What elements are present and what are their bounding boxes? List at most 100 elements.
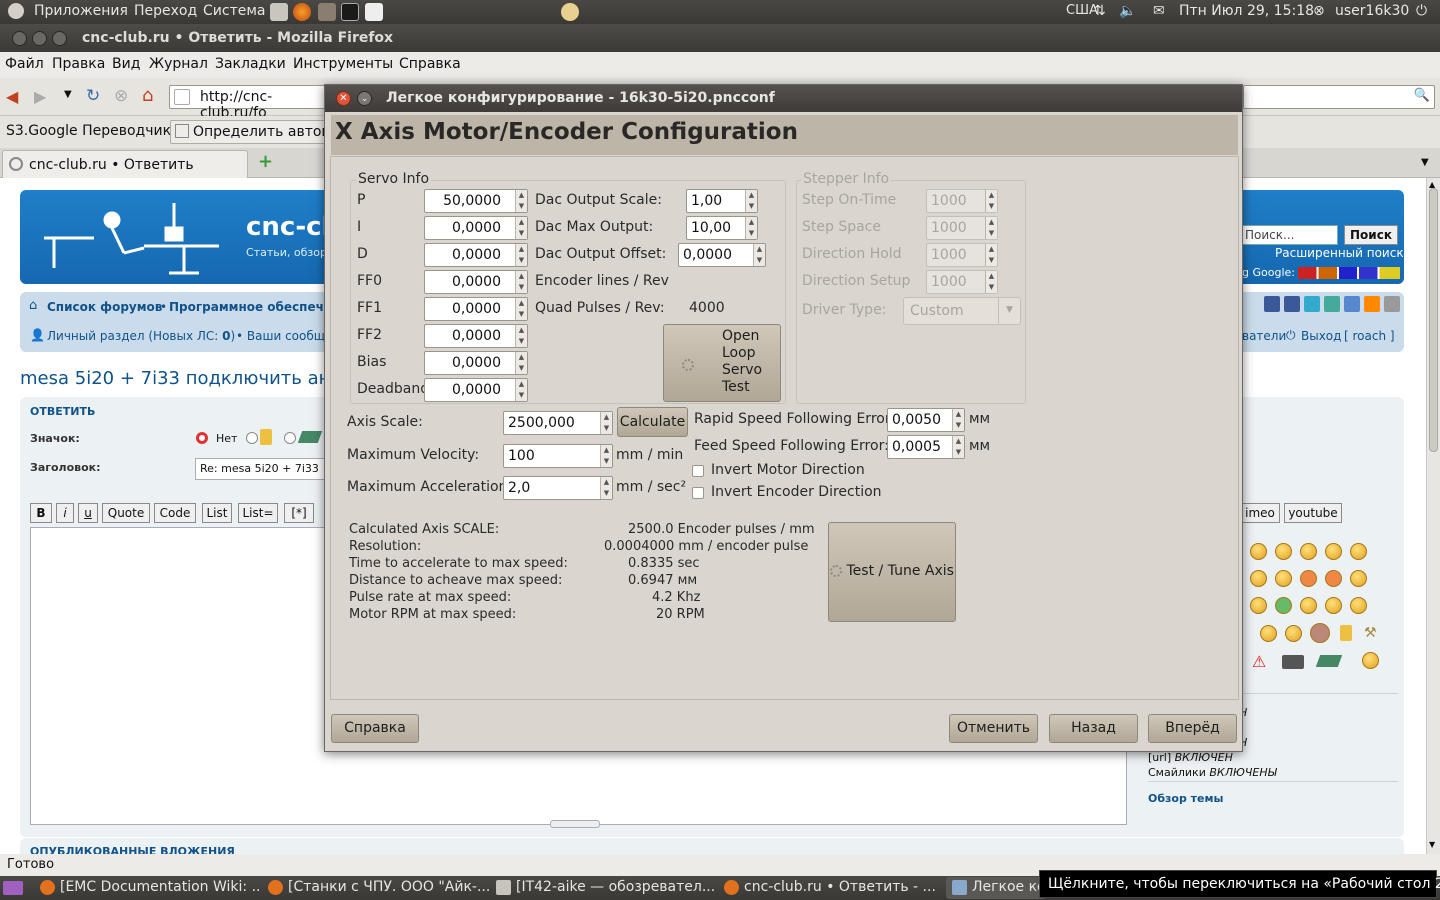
search-icon[interactable]: 🔍 (1414, 88, 1430, 103)
param-d-spinner[interactable]: 0,0000 ▲ ▼ (424, 243, 528, 267)
twitter-icon[interactable] (1304, 296, 1320, 312)
forum-search-input[interactable]: Поиск... (1242, 225, 1338, 245)
dac-output-scale-spinner[interactable]: 1,00 ▲ ▼ (686, 189, 758, 213)
invert-motor-checkbox[interactable] (692, 465, 704, 477)
warning-icon[interactable]: ⚠ (1252, 652, 1266, 671)
spin-arrows-icon[interactable]: ▲ ▼ (515, 325, 527, 347)
spin-arrows-icon[interactable]: ▲ ▼ (515, 352, 527, 374)
mail-ru-icon[interactable] (1344, 296, 1360, 312)
bookmark-tool-icon[interactable] (1384, 296, 1400, 312)
mail-icon[interactable]: ✉ (1153, 3, 1165, 19)
system-menu[interactable]: Система (203, 3, 265, 19)
smiley-4-icon[interactable] (1325, 543, 1342, 560)
dac-max-output-spinner[interactable]: 10,00 ▲ ▼ (686, 216, 758, 240)
menu-edit[interactable]: Правка (52, 56, 105, 72)
tab-active[interactable]: cnc-club.ru • Ответить (2, 150, 248, 178)
forward-button[interactable]: Вперёд (1148, 714, 1237, 743)
task-pncconf[interactable]: Легкое ко (946, 877, 1046, 899)
textarea-resize-handle[interactable] (550, 820, 600, 828)
reload-icon[interactable]: ↻ (86, 86, 100, 106)
code-button[interactable]: Code (154, 503, 196, 523)
update-notifier-icon[interactable] (561, 3, 579, 21)
axis-scale-spinner[interactable]: 2500,000 ▲ ▼ (503, 411, 613, 435)
menu-view[interactable]: Вид (112, 56, 140, 72)
ubuntu-logo-icon[interactable] (8, 3, 24, 19)
show-desktop-icon[interactable] (3, 881, 23, 895)
home-icon[interactable]: ⌂ (29, 298, 37, 313)
vk-icon[interactable] (1264, 296, 1280, 312)
home-icon[interactable]: ⌂ (142, 85, 153, 106)
logout-username[interactable]: [ roach ] (1344, 329, 1395, 343)
search-bar[interactable]: 🔍 (1243, 85, 1435, 109)
list-ordered-button[interactable]: List= (238, 503, 278, 523)
max-velocity-spinner[interactable]: 100 ▲ ▼ (503, 444, 613, 468)
shutdown-icon[interactable]: ⏻ (1416, 3, 1427, 19)
spin-arrows-icon[interactable]: ▲ ▼ (952, 409, 964, 431)
spin-arrows-icon[interactable]: ▲ ▼ (745, 217, 757, 239)
username[interactable]: user16k30 (1335, 3, 1409, 19)
invert-encoder-checkbox[interactable] (692, 487, 704, 499)
bookmark-detect-language[interactable]: Определить автом (170, 120, 330, 144)
smiley-10-icon[interactable] (1300, 597, 1317, 614)
smiley-13-icon[interactable] (1260, 625, 1277, 642)
blogger-icon[interactable] (1364, 296, 1380, 312)
spin-arrows-icon[interactable]: ▲ ▼ (600, 477, 612, 499)
test-tune-axis-button[interactable]: Test / Tune Axis (828, 522, 956, 622)
minimize-icon[interactable] (32, 31, 47, 46)
applications-menu[interactable]: Приложения (34, 3, 128, 19)
close-icon[interactable] (12, 31, 27, 46)
param-ff2-spinner[interactable]: 0,0000 ▲ ▼ (424, 324, 528, 348)
spin-arrows-icon[interactable]: ▲ ▼ (745, 190, 757, 212)
spin-arrows-icon[interactable]: ▲ ▼ (952, 436, 964, 458)
site-identity-icon[interactable] (174, 89, 190, 105)
smiley-angry-icon[interactable] (1300, 570, 1317, 587)
smiley-3-icon[interactable] (1300, 543, 1317, 560)
google-icon[interactable] (1324, 296, 1340, 312)
spin-arrows-icon[interactable]: ▲ ▼ (515, 217, 527, 239)
url-bar[interactable]: http://cnc-club.ru/fo (169, 85, 325, 121)
spin-arrows-icon[interactable]: ▲ ▼ (515, 379, 527, 401)
firefox-icon[interactable] (293, 3, 311, 21)
users-link[interactable]: ватели (1242, 329, 1286, 343)
logout-link[interactable]: Выход (1301, 329, 1341, 343)
forward-icon[interactable]: ▶ (34, 87, 46, 106)
screenshot-icon[interactable] (365, 3, 383, 21)
clock[interactable]: Птн Июл 29, 15:18 (1179, 3, 1314, 19)
youtube-button[interactable]: youtube (1284, 503, 1342, 523)
forum-search-button[interactable]: Поиск (1344, 225, 1398, 245)
list-item-button[interactable]: [*] (284, 503, 314, 523)
italic-button[interactable]: i (56, 503, 74, 523)
smiley-beer-icon[interactable] (1340, 625, 1352, 641)
param-i-spinner[interactable]: 0,0000 ▲ ▼ (424, 216, 528, 240)
smiley-hammer-icon[interactable]: ⚒ (1364, 625, 1380, 641)
feed-ferror-spinner[interactable]: 0,0005 ▲ ▼ (887, 435, 965, 459)
bold-button[interactable]: B (30, 503, 52, 523)
smiley-1-icon[interactable] (1250, 543, 1267, 560)
topic-review-link[interactable]: Обзор темы (1148, 792, 1223, 805)
spin-arrows-icon[interactable]: ▲ ▼ (515, 271, 527, 293)
task-emc-wiki[interactable]: [EMC Documentation Wiki: ... (34, 877, 262, 899)
topic-title[interactable]: mesa 5i20 + 7i33 подключить анал (20, 368, 353, 389)
smiley-sick-icon[interactable] (1275, 597, 1292, 614)
smiley-machine-icon[interactable] (1282, 655, 1304, 669)
gimp-icon[interactable] (318, 3, 336, 21)
social-bookmark-icons[interactable] (1244, 296, 1400, 314)
advanced-search-link[interactable]: Расширенный поиск (1275, 246, 1404, 260)
task-it42[interactable]: [IT42-aike — обозревател... (490, 877, 718, 899)
breadcrumb-forum-list[interactable]: Список форумов (47, 300, 162, 314)
spin-arrows-icon[interactable]: ▲ ▼ (515, 190, 527, 212)
menu-help[interactable]: Справка (399, 56, 461, 72)
calculator-icon[interactable] (270, 3, 288, 21)
spin-arrows-icon[interactable]: ▲ ▼ (515, 298, 527, 320)
underline-button[interactable]: u (78, 503, 98, 523)
spin-arrows-icon[interactable]: ▲ ▼ (600, 412, 612, 434)
network-icon[interactable]: ⇅ (1094, 3, 1106, 19)
close-icon[interactable]: ✕ (336, 91, 351, 106)
smiley-beer-thinking-icon[interactable] (1362, 652, 1379, 669)
list-button[interactable]: List (202, 503, 232, 523)
smiley-11-icon[interactable] (1325, 597, 1342, 614)
param-bias-spinner[interactable]: 0,0000 ▲ ▼ (424, 351, 528, 375)
param-p-spinner[interactable]: 50,0000 ▲ ▼ (424, 189, 528, 213)
scroll-down-icon[interactable]: ▼ (1429, 840, 1435, 849)
smiley-8-icon[interactable] (1350, 570, 1367, 587)
